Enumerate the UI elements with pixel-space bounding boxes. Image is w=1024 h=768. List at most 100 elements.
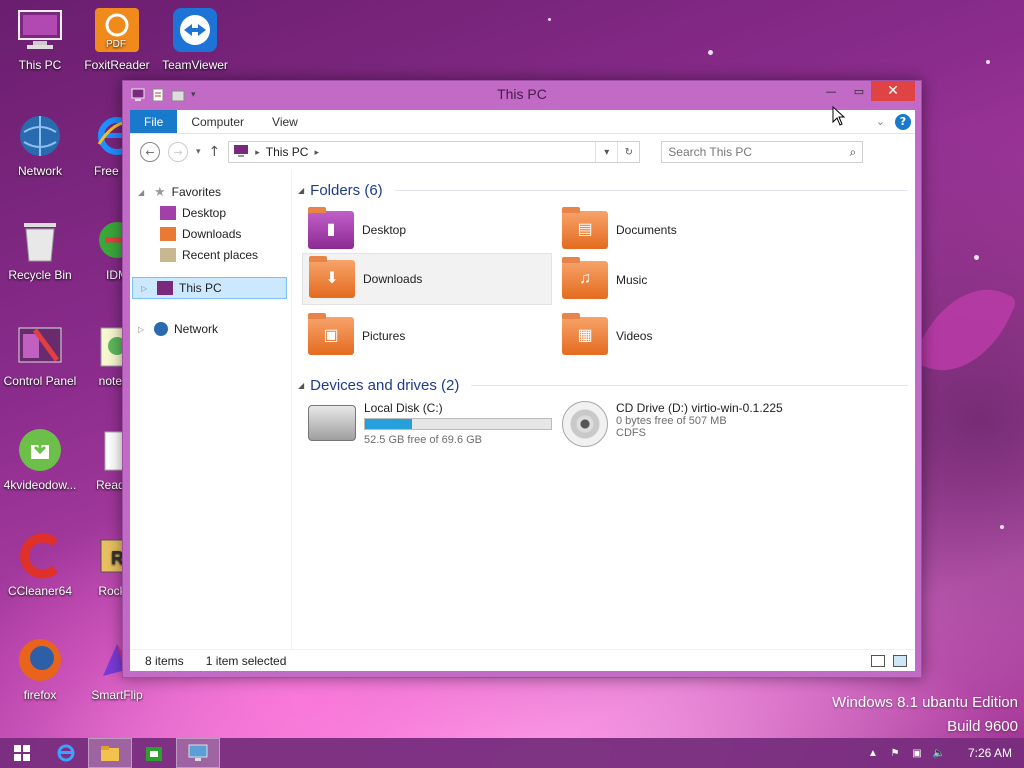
hard-drive-icon [308,405,356,441]
pictures-folder-icon: ▣ [308,313,354,355]
taskbar: ▲ ⚑ ▣ 🔈 7:26 AM [0,738,1024,768]
search-icon[interactable]: ⌕ [850,145,857,160]
drive-d-filesystem: CDFS [616,427,646,439]
devices-group-header[interactable]: ◢ Devices and drives (2) [298,377,908,394]
expand-arrow-icon[interactable]: ▷ [141,284,151,293]
address-dropdown-icon[interactable]: ▾ [595,142,617,162]
back-button[interactable]: ← [140,142,160,162]
collapse-arrow-icon[interactable]: ◢ [298,381,304,390]
help-icon[interactable]: ? [895,113,911,130]
search-input[interactable]: Search This PC ⌕ [661,141,864,163]
desktop-icon-network[interactable]: Network [0,112,80,178]
desktop-icon-this-pc[interactable]: This PC [0,6,80,72]
music-folder-icon: ♫ [562,257,608,299]
taskbar-file-explorer[interactable] [88,738,132,768]
up-button[interactable]: ↑ [209,144,221,160]
folder-downloads[interactable]: ⬇ Downloads [302,253,552,305]
taskbar-internet-explorer[interactable] [44,738,88,768]
drive-c-usage-bar [364,418,552,430]
tab-file[interactable]: File [130,110,178,133]
desktop-icon-firefox[interactable]: firefox [0,636,80,702]
close-button[interactable]: ✕ [871,81,915,101]
folder-desktop[interactable]: ▮ Desktop [302,204,552,256]
refresh-icon[interactable]: ↻ [617,142,639,162]
breadcrumb-separator-icon[interactable]: ▸ [255,147,260,158]
network-status-icon[interactable]: ▣ [910,746,924,760]
folders-group-header[interactable]: ◢ Folders (6) [298,182,908,199]
desktop-icon-ccleaner[interactable]: CCleaner64 [0,532,80,598]
navigation-bar: ← → ▾ ↑ ▸ This PC ▸ ▾ ↻ Search This PC ⌕ [130,134,915,170]
desktop-small-icon [160,206,176,220]
tab-view[interactable]: View [258,110,312,133]
file-explorer-icon [101,746,119,761]
drive-local-disk-c[interactable]: Local Disk (C:) 52.5 GB free of 69.6 GB [308,401,552,446]
internet-explorer-icon [57,744,75,762]
folder-documents[interactable]: ▤ Documents [556,204,806,256]
os-build-watermark: Build 9600 [947,718,1018,735]
recycle-bin-icon [16,216,64,264]
address-bar[interactable]: ▸ This PC ▸ ▾ ↻ [228,141,641,163]
control-panel-icon [16,322,64,370]
expand-arrow-icon[interactable]: ▷ [138,325,148,334]
collapse-arrow-icon[interactable]: ◢ [138,188,148,197]
forward-button[interactable]: → [168,142,188,162]
content-pane: ◢ Folders (6) ▮ Desktop ▤ Documents ⬇ Do… [298,170,915,649]
taskbar-store[interactable] [132,738,176,768]
ribbon-tabs: File Computer View ⌄ ? [130,110,915,134]
nav-item-recent-places[interactable]: Recent places [160,245,258,265]
status-item-count: 8 items [145,653,184,668]
videos-folder-icon: ▦ [562,313,608,355]
nav-network[interactable]: ▷ Network [138,319,218,339]
show-hidden-icons-icon[interactable]: ▲ [866,746,880,760]
nav-this-pc[interactable]: ▷ This PC [132,277,287,299]
details-view-icon[interactable] [871,654,885,667]
desktop-folder-icon: ▮ [308,207,354,249]
mouse-cursor-icon [832,105,846,129]
start-button[interactable] [0,738,44,768]
nav-item-downloads[interactable]: Downloads [160,224,241,244]
folder-pictures[interactable]: ▣ Pictures [302,310,552,362]
expand-ribbon-icon[interactable]: ⌄ [876,115,885,128]
file-explorer-window[interactable]: ▾ This PC — ▭ ✕ File Computer View ⌄ ? ←… [122,80,922,678]
drive-cd-d[interactable]: CD Drive (D:) virtio-win-0.1.225 0 bytes… [562,401,783,447]
large-icons-view-icon[interactable] [893,654,907,667]
nav-item-desktop[interactable]: Desktop [160,203,226,223]
title-bar[interactable]: ▾ This PC — ▭ ✕ [123,81,921,109]
downloads-small-icon [160,227,176,241]
nav-favorites[interactable]: ◢ ★ Favorites [138,182,221,202]
window-title: This PC [497,86,547,102]
folder-videos[interactable]: ▦ Videos [556,310,806,362]
collapse-arrow-icon[interactable]: ◢ [298,186,304,195]
downloads-folder-icon: ⬇ [309,256,355,298]
cd-drive-icon [562,401,608,447]
minimize-button[interactable]: — [817,81,845,101]
desktop-icon-4kvideodownloader[interactable]: 4kvideodow... [0,426,80,492]
this-pc-address-icon [233,144,249,161]
pdf-icon: PDF [93,6,141,54]
ccleaner-icon [16,532,64,580]
volume-muted-icon[interactable]: 🔈 [932,746,946,760]
navigation-pane: ◢ ★ Favorites Desktop Downloads Recent p… [130,170,292,649]
clock-time[interactable]: 7:26 AM [968,746,1012,760]
download-cloud-icon [16,426,64,474]
os-edition-watermark: Windows 8.1 ubantu Edition [832,694,1018,711]
svg-text:PDF: PDF [106,39,126,50]
taskbar-this-pc[interactable] [176,738,220,768]
desktop-icon-teamviewer[interactable]: TeamViewer [155,6,235,72]
action-center-flag-icon[interactable]: ⚑ [888,746,902,760]
tab-computer[interactable]: Computer [177,110,258,133]
this-pc-icon [188,744,208,761]
breadcrumb-this-pc[interactable]: This PC [266,145,309,159]
desktop-icon-recycle-bin[interactable]: Recycle Bin [0,216,80,282]
star-icon: ★ [154,184,166,199]
recent-locations-icon[interactable]: ▾ [196,147,201,157]
maximize-button[interactable]: ▭ [845,81,873,101]
breadcrumb-chevron-icon[interactable]: ▸ [314,147,319,158]
desktop-icon-control-panel[interactable]: Control Panel [0,322,80,388]
start-icon [14,745,30,761]
desktop-icon-foxitreader[interactable]: PDF FoxitReader [77,6,157,72]
network-nav-icon [154,322,168,336]
firefox-icon [16,636,64,684]
folder-music[interactable]: ♫ Music [556,254,806,306]
system-tray: ▲ ⚑ ▣ 🔈 7:26 AM [866,746,1024,760]
